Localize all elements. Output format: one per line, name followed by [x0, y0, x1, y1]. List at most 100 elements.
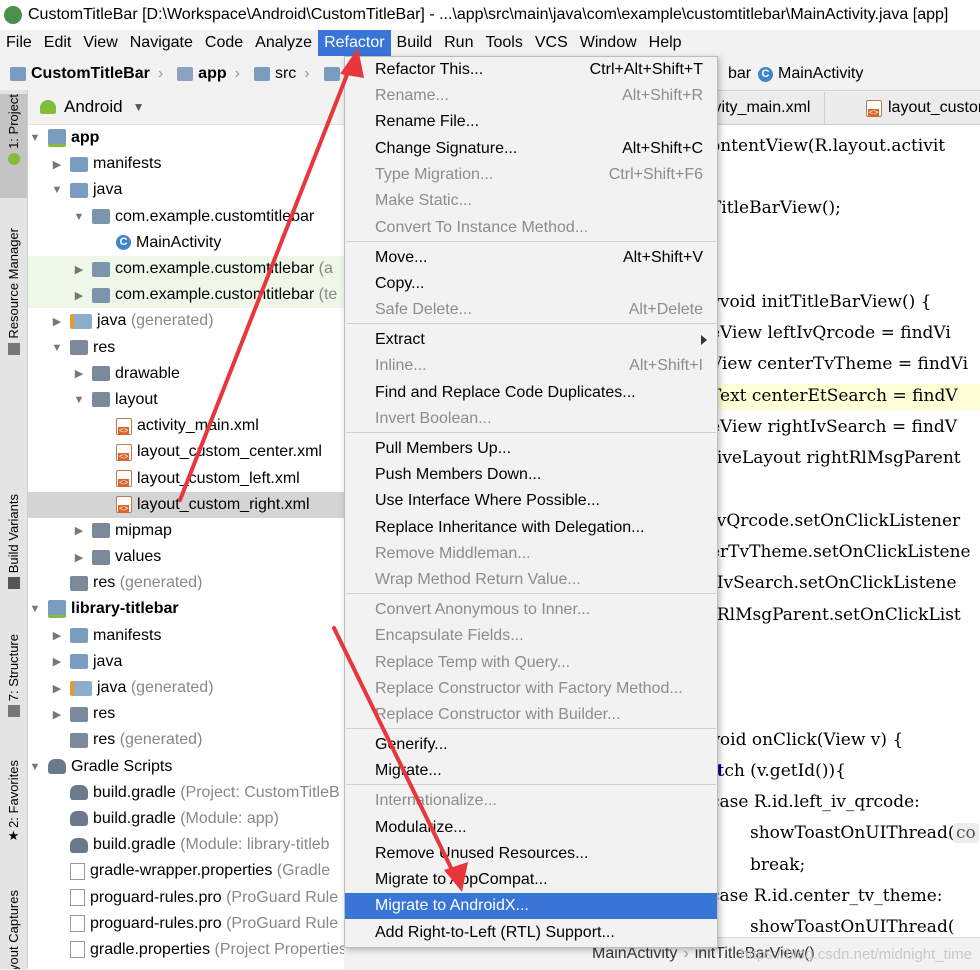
menu-edit[interactable]: Edit — [38, 30, 78, 56]
tree-row-drawable[interactable]: ▶ drawable — [28, 361, 344, 387]
project-view-selector[interactable]: Android ▼ — [28, 90, 344, 125]
tree-row-java[interactable]: ▼ java — [28, 177, 344, 203]
tree-row-res-lib[interactable]: ▶ res — [28, 701, 344, 727]
code-line: IvQrcode.setOnClickListener — [710, 511, 961, 531]
menu-navigate[interactable]: Navigate — [124, 30, 199, 56]
tree-row-layout-custom-right[interactable]: layout_custom_right.xml — [28, 491, 344, 518]
menu-item-make-static[interactable]: Make Static... — [345, 188, 717, 214]
menu-item-safe-delete[interactable]: Safe Delete... Alt+Delete — [345, 297, 717, 323]
tree-row-mainactivity[interactable]: C MainActivity — [28, 230, 344, 256]
tree-row-manifests[interactable]: ▶ manifests — [28, 151, 344, 177]
tab-resource-manager[interactable]: Resource Manager — [0, 228, 27, 368]
tree-row-library-titlebar[interactable]: ▼ library-titlebar — [28, 596, 344, 622]
tree-row-mipmap[interactable]: ▶ mipmap — [28, 518, 344, 544]
tree-row-label: gradle-wrapper.properties — [90, 862, 273, 880]
tree-row-java-generated[interactable]: ▶ java (generated) — [28, 308, 344, 334]
tree-row-proguard-lib[interactable]: proguard-rules.pro (ProGuard Rule — [28, 911, 344, 937]
menu-item-invert-boolean[interactable]: Invert Boolean... — [345, 406, 717, 432]
tree-row-app[interactable]: ▼ app — [28, 125, 344, 151]
menu-item-replace-constructor-with-factory-method[interactable]: Replace Constructor with Factory Method.… — [345, 676, 717, 702]
menu-item-change-signature[interactable]: Change Signature... Alt+Shift+C — [345, 136, 717, 162]
menu-item-remove-middleman[interactable]: Remove Middleman... — [345, 541, 717, 567]
menu-item-modularize[interactable]: Modularize... — [345, 815, 717, 841]
tab-project[interactable]: 1: Project — [0, 94, 27, 198]
tree-row-package[interactable]: ▼ com.example.customtitlebar — [28, 204, 344, 230]
tree-row-proguard-app[interactable]: proguard-rules.pro (ProGuard Rule — [28, 884, 344, 910]
tab-activity-main-xml[interactable]: ivity_main.xml — [710, 92, 826, 124]
menu-item-rename[interactable]: Rename... Alt+Shift+R — [345, 83, 717, 109]
menu-item-move[interactable]: Move... Alt+Shift+V — [345, 245, 717, 271]
menu-item-migrate-to-androidx[interactable]: Migrate to AndroidX... — [345, 893, 717, 919]
menu-build[interactable]: Build — [391, 30, 439, 56]
tree-row-package-test[interactable]: ▶ com.example.customtitlebar (te — [28, 282, 344, 309]
menu-item-rename-file[interactable]: Rename File... — [345, 109, 717, 135]
menu-item-type-migration[interactable]: Type Migration... Ctrl+Shift+F6 — [345, 162, 717, 188]
menu-window[interactable]: Window — [574, 30, 643, 56]
tree-row-java-lib[interactable]: ▶ java — [28, 649, 344, 675]
tree-row-res[interactable]: ▼ res — [28, 335, 344, 361]
structure-icon — [7, 705, 20, 718]
menu-item-copy[interactable]: Copy... — [345, 271, 717, 297]
tab-build-variants[interactable]: Build Variants — [0, 494, 27, 604]
menu-file[interactable]: File — [0, 30, 38, 56]
tree-row-res-generated-lib[interactable]: res (generated) — [28, 727, 344, 753]
nav-crumb-src[interactable]: src › — [244, 65, 314, 83]
tree-row-layout-custom-left[interactable]: layout_custom_left.xml — [28, 465, 344, 491]
tree-row-values[interactable]: ▶ values — [28, 544, 344, 570]
menu-item-internationalize[interactable]: Internationalize... — [345, 788, 717, 814]
tree-row-res-generated[interactable]: res (generated) — [28, 570, 344, 596]
tree-row-java-generated-lib[interactable]: ▶ java (generated) — [28, 675, 344, 701]
tab-layout-custom[interactable]: layout_custon — [856, 92, 980, 124]
tree-row-package-androidtest[interactable]: ▶ com.example.customtitlebar (a — [28, 255, 344, 283]
menu-refactor[interactable]: Refactor — [318, 30, 391, 56]
tree-row-gradle-wrapper[interactable]: gradle-wrapper.properties (Gradle — [28, 858, 344, 884]
menu-item-refactor-this[interactable]: Refactor This... Ctrl+Alt+Shift+T — [345, 57, 717, 83]
menu-analyze[interactable]: Analyze — [249, 30, 318, 56]
proguard-file-icon — [70, 889, 85, 907]
menu-item-replace-inheritance-with-delegation[interactable]: Replace Inheritance with Delegation... — [345, 515, 717, 541]
menu-item-label: Migrate... — [375, 762, 442, 779]
menu-item-use-interface-where-possible[interactable]: Use Interface Where Possible... — [345, 488, 717, 514]
menu-item-migrate[interactable]: Migrate... — [345, 758, 717, 784]
tree-row-gradle-properties[interactable]: gradle.properties (Project Properties) — [28, 937, 344, 963]
nav-crumb-class[interactable]: C MainActivity — [748, 65, 863, 83]
menu-item-wrap-method-return-value[interactable]: Wrap Method Return Value... — [345, 567, 717, 593]
tab-favorites[interactable]: 2: Favorites ★ — [0, 760, 27, 856]
menu-item-find-and-replace-code-duplicates[interactable]: Find and Replace Code Duplicates... — [345, 380, 717, 406]
menu-item-label: Rename File... — [375, 113, 480, 130]
menu-item-push-members-down[interactable]: Push Members Down... — [345, 462, 717, 488]
nav-crumb-app[interactable]: app › — [167, 65, 244, 83]
menu-tools[interactable]: Tools — [479, 30, 528, 56]
tab-layout-captures[interactable]: Layout Captures — [0, 886, 27, 969]
nav-crumb-project[interactable]: CustomTitleBar › — [0, 65, 167, 83]
menu-run[interactable]: Run — [438, 30, 479, 56]
menu-item-replace-temp-with-query[interactable]: Replace Temp with Query... — [345, 650, 717, 676]
menu-item-replace-constructor-with-builder[interactable]: Replace Constructor with Builder... — [345, 702, 717, 728]
menu-view[interactable]: View — [77, 30, 123, 56]
menu-item-add-right-to-left-rtl-support[interactable]: Add Right-to-Left (RTL) Support... — [345, 920, 717, 946]
tree-row-manifests-lib[interactable]: ▶ manifests — [28, 623, 344, 649]
menu-item-encapsulate-fields[interactable]: Encapsulate Fields... — [345, 623, 717, 649]
module-icon — [48, 600, 66, 619]
menu-item-inline[interactable]: Inline... Alt+Shift+I — [345, 353, 717, 379]
tree-row-gradle-scripts[interactable]: ▼ Gradle Scripts — [28, 754, 344, 780]
menu-item-extract[interactable]: Extract — [345, 327, 717, 353]
menu-item-label: Replace Constructor with Builder... — [375, 706, 621, 723]
menu-item-remove-unused-resources[interactable]: Remove Unused Resources... — [345, 841, 717, 867]
tree-row-build-gradle-project[interactable]: build.gradle (Project: CustomTitleB — [28, 780, 344, 806]
tree-row-build-gradle-lib[interactable]: build.gradle (Module: library-titleb — [28, 832, 344, 858]
tree-row-label: com.example.customtitlebar — [115, 260, 315, 278]
tree-row-layout[interactable]: ▼ layout — [28, 387, 344, 413]
tree-row-build-gradle-app[interactable]: build.gradle (Module: app) — [28, 806, 344, 832]
menu-item-migrate-to-appcompat[interactable]: Migrate to AppCompat... — [345, 867, 717, 893]
tree-row-layout-custom-center[interactable]: layout_custom_center.xml — [28, 439, 344, 465]
menu-item-convert-to-instance-method[interactable]: Convert To Instance Method... — [345, 215, 717, 241]
menu-item-generify[interactable]: Generify... — [345, 732, 717, 758]
menu-item-convert-anonymous-to-inner[interactable]: Convert Anonymous to Inner... — [345, 597, 717, 623]
menu-code[interactable]: Code — [199, 30, 249, 56]
menu-vcs[interactable]: VCS — [529, 30, 574, 56]
menu-item-pull-members-up[interactable]: Pull Members Up... — [345, 436, 717, 462]
tab-structure[interactable]: 7: Structure — [0, 634, 27, 734]
tree-row-activity-main-xml[interactable]: activity_main.xml — [28, 413, 344, 439]
menu-help[interactable]: Help — [643, 30, 688, 56]
